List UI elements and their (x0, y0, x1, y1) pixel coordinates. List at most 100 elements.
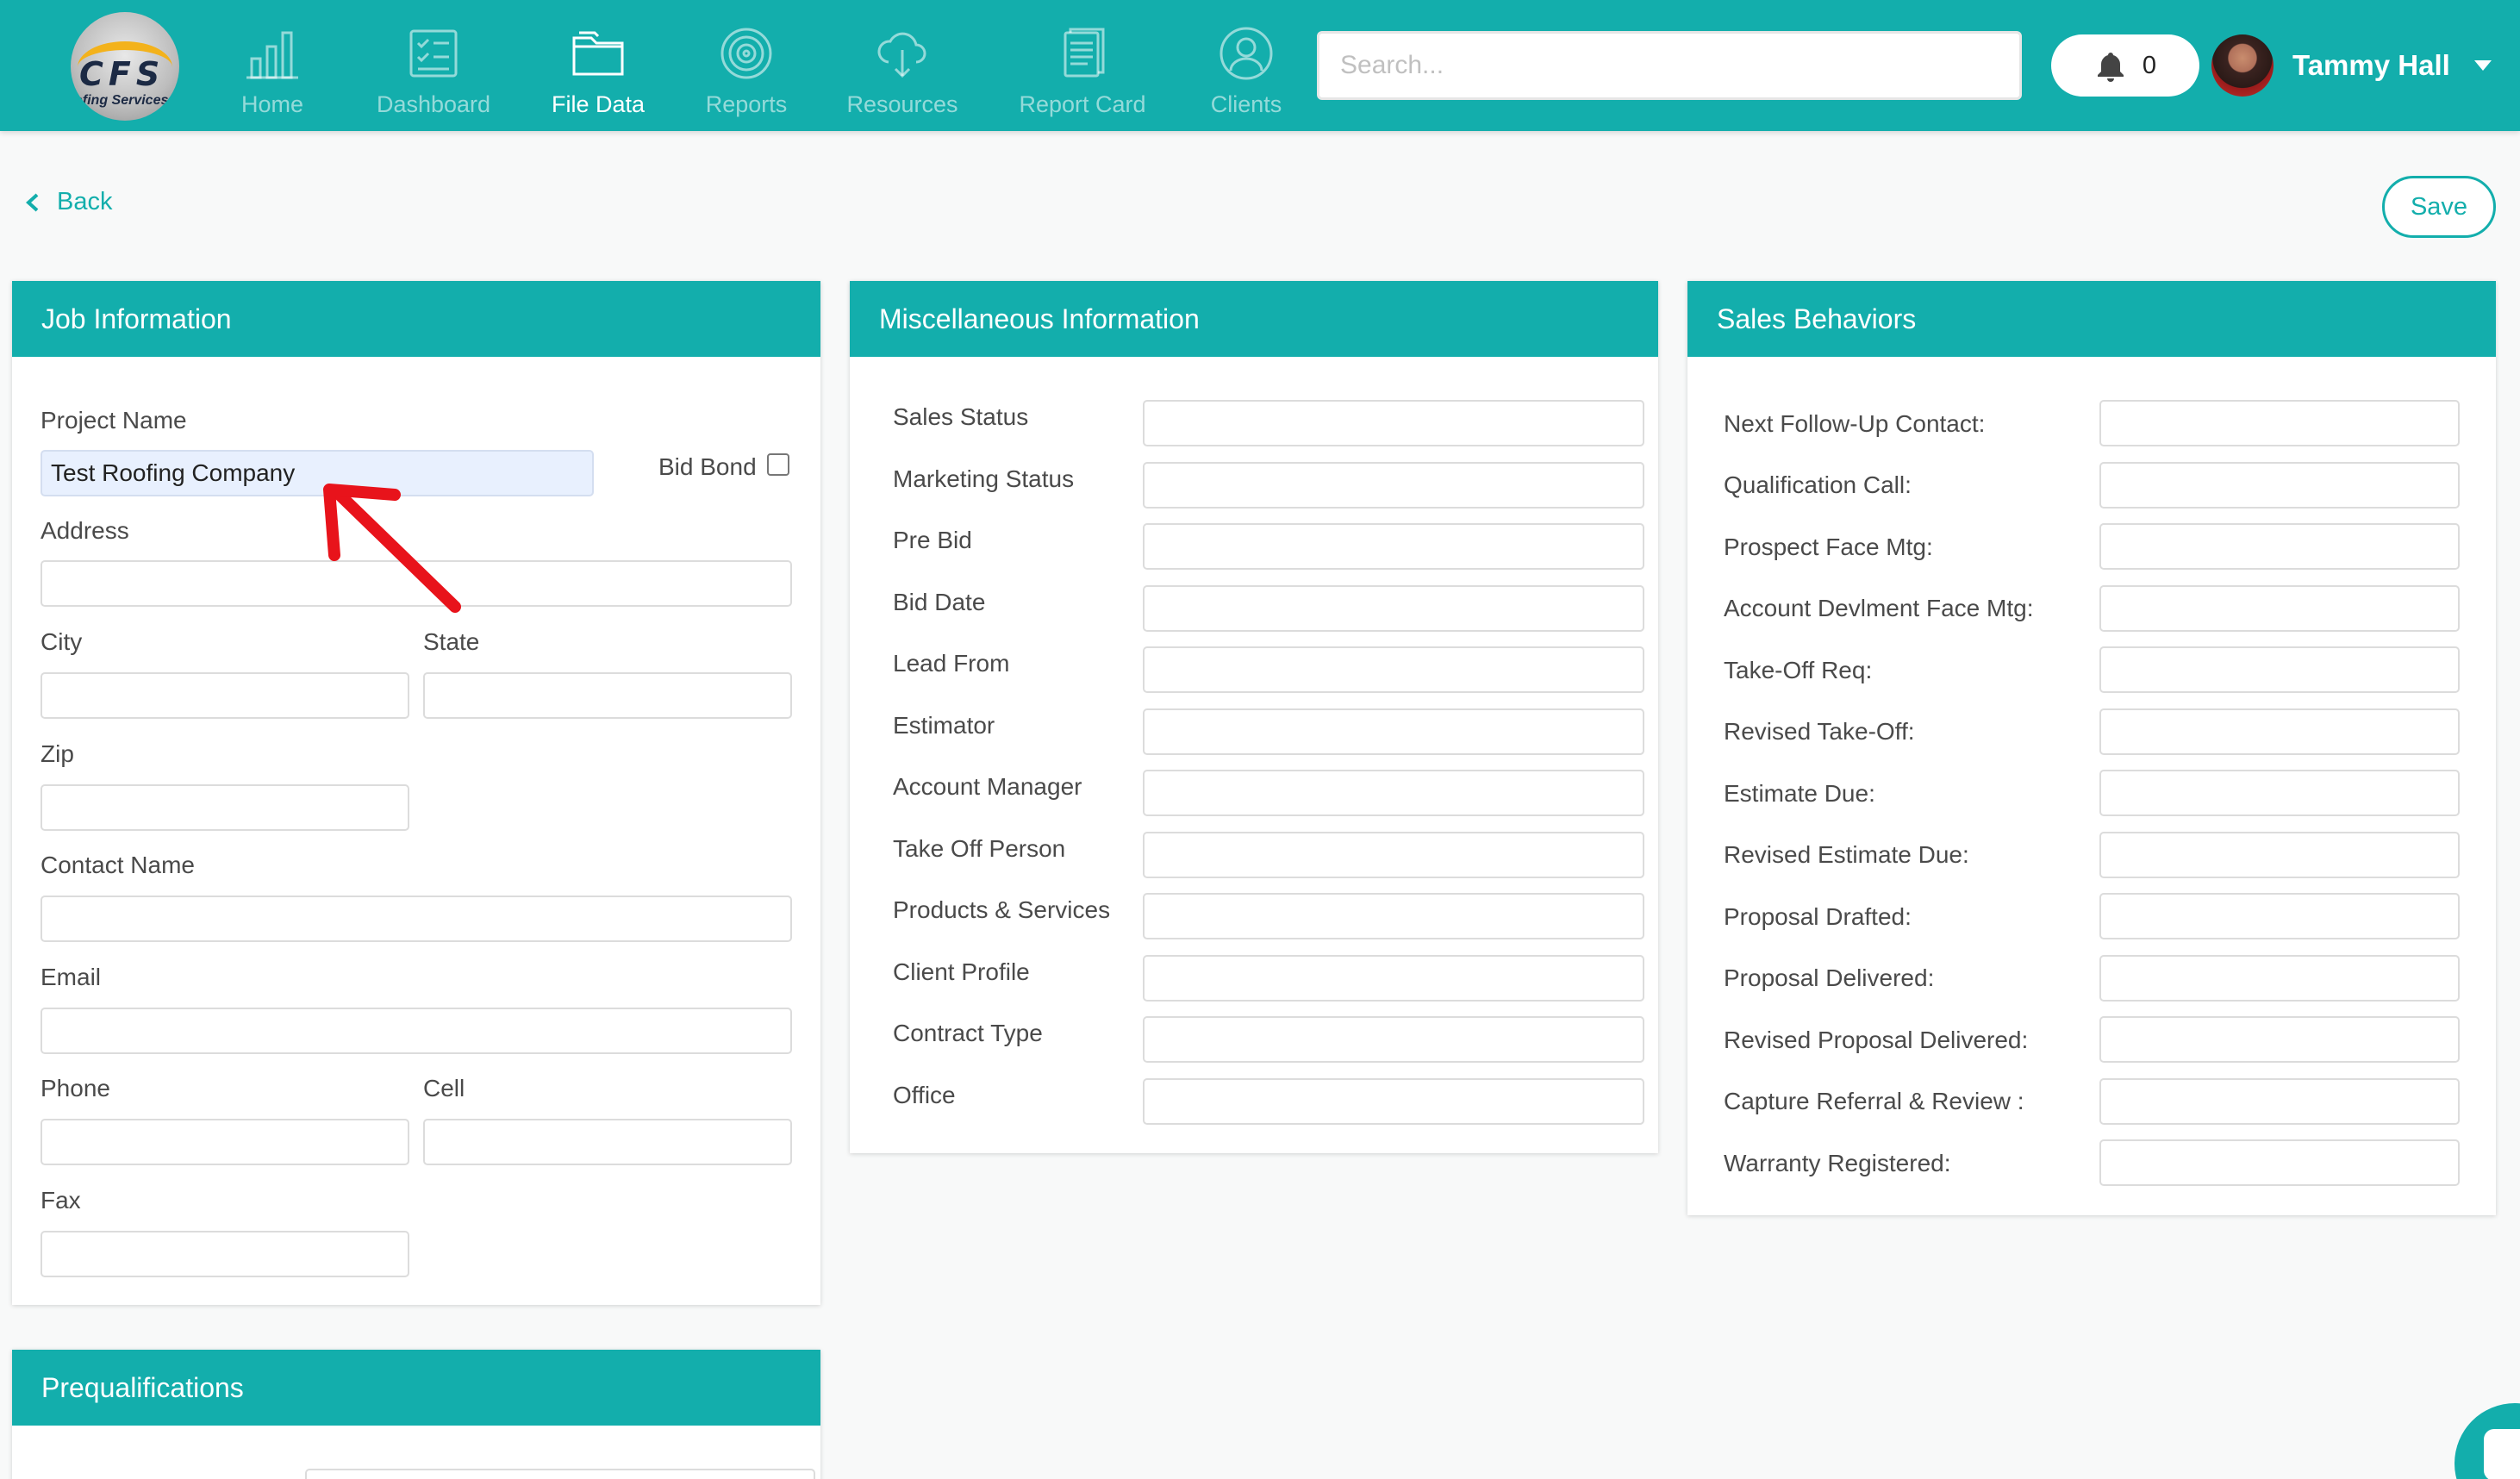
qualification-call-field[interactable] (2099, 462, 2460, 509)
sales-status-label: Sales Status (893, 403, 1029, 430)
account-manager-field[interactable] (1143, 770, 1644, 816)
prospect-face-mtg-label: Prospect Face Mtg: (1724, 534, 1933, 560)
email-label: Email (41, 964, 102, 990)
revised-take-off-label: Revised Take-Off: (1724, 718, 1915, 745)
project-name-label: Project Name (41, 407, 187, 434)
notification-button[interactable]: 0 (2051, 34, 2199, 97)
save-button[interactable]: Save (2382, 176, 2496, 238)
chat-widget-button[interactable] (2455, 1403, 2520, 1479)
address-label: Address (41, 517, 129, 544)
job-information-title: Job Information (12, 281, 820, 357)
nav-file-data-label: File Data (551, 91, 646, 117)
bid-date-field[interactable] (1143, 585, 1644, 632)
lead-from-field[interactable] (1143, 646, 1644, 693)
nav-resources-label: Resources (846, 91, 958, 117)
nav-report-card-label: Report Card (1019, 91, 1146, 117)
prequalification-field[interactable] (305, 1469, 815, 1479)
bid-bond-label: Bid Bond (658, 453, 757, 480)
state-field[interactable] (423, 672, 792, 719)
cell-label: Cell (423, 1075, 465, 1101)
city-label: City (41, 628, 83, 655)
company-logo[interactable]: CFS ofing Services (71, 12, 179, 121)
zip-field[interactable] (41, 784, 409, 831)
bid-bond-checkbox[interactable] (767, 453, 789, 476)
logo-text: CFS (79, 55, 165, 93)
back-label: Back (57, 188, 113, 215)
nav-reports[interactable]: Reports (703, 24, 789, 121)
revised-estimate-due-field[interactable] (2099, 832, 2460, 878)
office-field[interactable] (1143, 1078, 1644, 1125)
revised-proposal-delivered-field[interactable] (2099, 1016, 2460, 1063)
proposal-delivered-label: Proposal Delivered: (1724, 964, 1935, 991)
nav-file-data[interactable]: File Data (541, 24, 655, 121)
contract-type-label: Contract Type (893, 1020, 1043, 1046)
fax-field[interactable] (41, 1231, 409, 1277)
capture-referral-label: Capture Referral & Review : (1724, 1088, 2024, 1114)
email-field[interactable] (41, 1008, 792, 1054)
user-name: Tammy Hall (2292, 49, 2450, 81)
capture-referral-field[interactable] (2099, 1078, 2460, 1125)
marketing-status-label: Marketing Status (893, 465, 1075, 492)
products-services-field[interactable] (1143, 893, 1644, 939)
prequalifications-panel: Prequalifications (12, 1350, 820, 1479)
revised-take-off-field[interactable] (2099, 708, 2460, 755)
search-input[interactable] (1317, 31, 2022, 100)
account-devlment-field[interactable] (2099, 585, 2460, 632)
phone-field[interactable] (41, 1119, 409, 1165)
account-manager-label: Account Manager (893, 773, 1082, 800)
cloud-download-icon (877, 32, 926, 78)
red-arrow-annotation (323, 484, 461, 613)
user-menu[interactable]: Tammy Hall (2211, 31, 2492, 100)
state-label: State (423, 628, 480, 655)
nav-dashboard[interactable]: Dashboard (369, 24, 498, 121)
phone-label: Phone (41, 1075, 110, 1101)
take-off-person-field[interactable] (1143, 832, 1644, 878)
miscellaneous-information-panel: Miscellaneous Information Sales Status M… (850, 281, 1658, 1153)
pre-bid-field[interactable] (1143, 523, 1644, 570)
qualification-call-label: Qualification Call: (1724, 471, 1912, 498)
take-off-person-label: Take Off Person (893, 835, 1066, 862)
nav-dashboard-label: Dashboard (376, 91, 491, 117)
products-services-label: Products & Services (893, 896, 1111, 923)
back-link[interactable]: Back (24, 188, 112, 216)
sales-behaviors-title: Sales Behaviors (1687, 281, 2496, 357)
estimator-field[interactable] (1143, 708, 1644, 755)
marketing-status-field[interactable] (1143, 462, 1644, 509)
office-label: Office (893, 1082, 956, 1108)
contract-type-field[interactable] (1143, 1016, 1644, 1063)
warranty-registered-field[interactable] (2099, 1139, 2460, 1186)
take-off-req-label: Take-Off Req: (1724, 657, 1873, 683)
proposal-delivered-field[interactable] (2099, 955, 2460, 1002)
chevron-left-icon (26, 193, 39, 211)
cell-field[interactable] (423, 1119, 792, 1165)
client-profile-field[interactable] (1143, 955, 1644, 1002)
pre-bid-label: Pre Bid (893, 527, 972, 553)
nav-resources[interactable]: Resources (846, 24, 958, 121)
contact-name-field[interactable] (41, 896, 792, 942)
user-icon (1219, 27, 1273, 80)
nav-report-card[interactable]: Report Card (1014, 24, 1151, 121)
target-icon (720, 28, 772, 79)
sales-status-field[interactable] (1143, 400, 1644, 446)
estimate-due-field[interactable] (2099, 770, 2460, 816)
bell-icon (2097, 53, 2124, 82)
take-off-req-field[interactable] (2099, 646, 2460, 693)
miscellaneous-information-title: Miscellaneous Information (850, 281, 1658, 357)
next-follow-up-field[interactable] (2099, 400, 2460, 446)
next-follow-up-label: Next Follow-Up Contact: (1724, 410, 1986, 437)
prospect-face-mtg-field[interactable] (2099, 523, 2460, 570)
proposal-drafted-field[interactable] (2099, 893, 2460, 939)
lead-from-label: Lead From (893, 650, 1010, 677)
city-field[interactable] (41, 672, 409, 719)
estimate-due-label: Estimate Due: (1724, 780, 1875, 807)
bar-chart-icon (246, 31, 298, 79)
nav-home-label: Home (240, 91, 304, 117)
warranty-registered-label: Warranty Registered: (1724, 1150, 1951, 1176)
nav-clients-label: Clients (1210, 91, 1282, 117)
top-navigation-bar: CFS ofing Services Home Dashboard File D… (0, 0, 2520, 131)
nav-reports-label: Reports (705, 91, 788, 117)
nav-home[interactable]: Home (229, 24, 315, 121)
logo-subtext: ofing Services (74, 93, 169, 108)
job-information-panel: Job Information Project Name Bid Bond Ad… (12, 281, 820, 1305)
nav-clients[interactable]: Clients (1203, 24, 1289, 121)
